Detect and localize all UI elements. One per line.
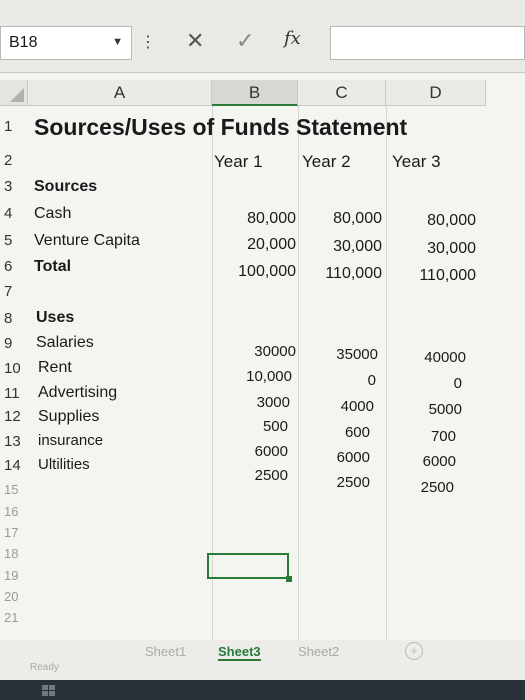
row-header[interactable]: 16 [0,504,30,519]
row-header[interactable]: 6 [0,258,30,275]
use-value[interactable]: 700 [386,428,456,445]
tab-sheet3[interactable]: Sheet3 [218,644,261,661]
formula-input[interactable] [330,26,525,60]
use-value[interactable]: 3000 [212,394,290,411]
use-label[interactable]: Supplies [38,408,99,426]
row-header[interactable]: 1 [0,118,30,135]
add-sheet-icon[interactable]: + [405,642,423,660]
source-value[interactable]: 110,000 [298,265,382,283]
source-value[interactable]: 80,000 [298,210,382,228]
source-label[interactable]: Cash [34,205,71,223]
source-value[interactable]: 20,000 [212,236,296,254]
chevron-down-icon[interactable]: ▼ [112,36,123,48]
source-value[interactable]: 30,000 [386,240,476,258]
row-header[interactable]: 17 [0,525,30,540]
use-value[interactable]: 6000 [386,453,456,470]
row-header[interactable]: 13 [0,433,30,450]
more-options-icon[interactable]: ⋮ [140,32,156,52]
source-value[interactable]: 80,000 [386,212,476,230]
use-value[interactable]: 600 [298,424,370,441]
row-header[interactable]: 5 [0,232,30,249]
row-header[interactable]: 18 [0,546,30,561]
row-header[interactable]: 7 [0,283,30,300]
row-header[interactable]: 8 [0,310,30,327]
name-box[interactable]: B18 ▼ [0,26,132,60]
row-header[interactable]: 4 [0,205,30,222]
column-header-d[interactable]: D [386,80,486,106]
row-header[interactable]: 19 [0,568,30,583]
year-2-header[interactable]: Year 2 [302,152,351,172]
row-header[interactable]: 14 [0,457,30,474]
use-label[interactable]: Rent [38,359,72,377]
source-value[interactable]: 80,000 [212,210,296,228]
use-value[interactable]: 0 [298,372,376,389]
use-label[interactable]: Salaries [36,334,94,352]
use-value[interactable]: 2500 [386,479,454,496]
use-value[interactable]: 10,000 [212,368,292,385]
source-value[interactable]: 110,000 [386,267,476,285]
column-header-b[interactable]: B [212,80,298,106]
enter-icon[interactable]: ✓ [236,28,254,54]
row-header[interactable]: 3 [0,178,30,195]
row-header[interactable]: 21 [0,610,30,625]
year-3-header[interactable]: Year 3 [392,152,441,172]
row-header[interactable]: 20 [0,589,30,604]
use-value[interactable]: 5000 [386,401,462,418]
sources-label[interactable]: Sources [34,178,97,196]
uses-label[interactable]: Uses [36,309,74,327]
use-value[interactable]: 6000 [298,449,370,466]
row-header[interactable]: 2 [0,152,30,169]
use-value[interactable]: 2500 [212,467,288,484]
column-header-a[interactable]: A [28,80,212,106]
use-value[interactable]: 2500 [298,474,370,491]
taskbar [0,680,525,700]
source-value[interactable]: 100,000 [212,263,296,281]
row-header[interactable]: 15 [0,482,30,497]
year-1-header[interactable]: Year 1 [214,152,263,172]
active-cell-b18[interactable] [207,553,292,582]
cancel-icon[interactable]: ✕ [186,28,204,54]
row-header[interactable]: 10 [0,360,30,377]
use-value[interactable]: 6000 [212,443,288,460]
sheet-title[interactable]: Sources/Uses of Funds Statement [34,114,407,141]
status-text: Ready [30,662,59,673]
use-value[interactable]: 4000 [298,398,374,415]
name-box-value: B18 [9,34,38,51]
row-header[interactable]: 9 [0,335,30,352]
source-label[interactable]: Venture Capita [34,232,140,250]
source-label[interactable]: Total [34,258,71,276]
select-all-corner[interactable] [0,80,28,106]
use-value[interactable]: 40000 [386,349,466,366]
formula-bar: B18 ▼ ⋮ ✕ ✓ fx [0,0,525,73]
tab-sheet1[interactable]: Sheet1 [145,644,186,659]
row-header[interactable]: 11 [0,385,30,402]
column-header-c[interactable]: C [298,80,386,106]
use-value[interactable]: 0 [386,375,462,392]
source-value[interactable]: 30,000 [298,238,382,256]
use-label[interactable]: Advertising [38,384,117,402]
insert-function-icon[interactable]: fx [284,28,301,49]
use-label[interactable]: Ultilities [38,456,90,473]
row-header[interactable]: 12 [0,408,30,425]
use-value[interactable]: 500 [212,418,288,435]
windows-start-icon[interactable] [42,685,56,697]
use-label[interactable]: insurance [38,432,103,449]
use-value[interactable]: 35000 [298,346,378,363]
use-value[interactable]: 30000 [212,343,296,360]
tab-sheet2[interactable]: Sheet2 [298,644,339,659]
